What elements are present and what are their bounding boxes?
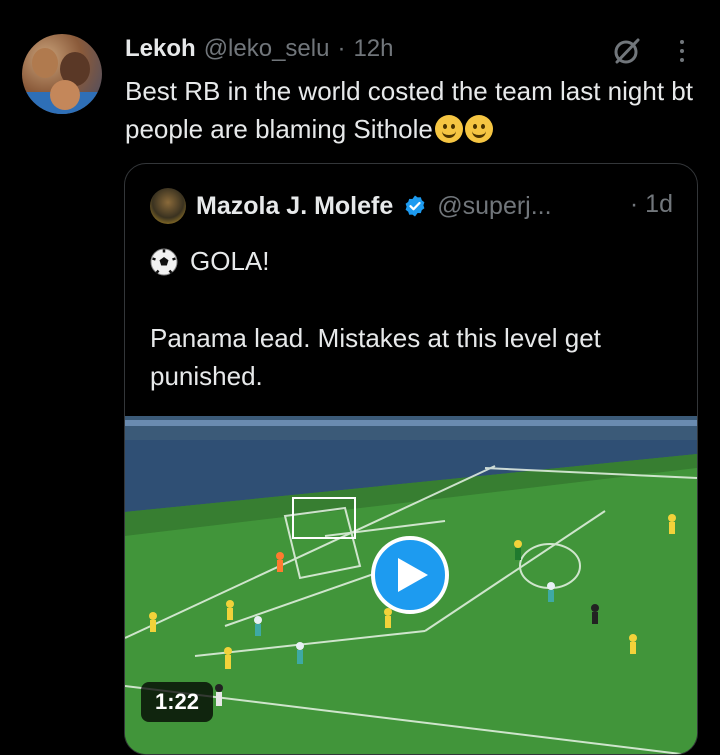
soccer-ball-icon: [150, 248, 178, 275]
separator: ·: [337, 35, 346, 62]
tweet-text: Best RB in the world costed the team las…: [125, 72, 705, 148]
quote-author-handle: @superj...: [437, 191, 552, 220]
grok-icon[interactable]: [612, 36, 642, 66]
header-actions: [612, 36, 690, 66]
avatar-face: [50, 80, 80, 110]
quote-avatar: [150, 188, 186, 224]
play-button[interactable]: [371, 536, 449, 614]
video-duration: 1:22: [141, 682, 214, 722]
quote-line-2: Panama lead. Mistakes at this level get …: [150, 323, 601, 391]
author-handle[interactable]: @leko_selu: [204, 35, 330, 63]
quote-line-1: GOLA!: [150, 246, 269, 277]
tweet-time[interactable]: 12h: [353, 35, 393, 63]
quote-time: · 1d: [629, 190, 673, 218]
author-avatar[interactable]: [22, 34, 102, 114]
tweet-header: Lekoh @leko_selu · 12h: [125, 33, 394, 65]
quote-author-name: Mazola J. Molefe: [196, 191, 394, 220]
quote-header: Mazola J. Molefe @superj...: [150, 188, 552, 224]
more-icon[interactable]: [674, 36, 690, 66]
play-icon: [398, 558, 428, 592]
video-media[interactable]: 1:22: [125, 416, 697, 754]
tweet-body: Best RB in the world costed the team las…: [125, 76, 693, 144]
avatar-face: [32, 48, 58, 78]
grinning-face-emoji: [464, 115, 493, 143]
author-name[interactable]: Lekoh: [125, 35, 196, 63]
verified-badge-icon: [403, 194, 427, 218]
thinking-face-emoji: [434, 115, 463, 143]
quoted-tweet[interactable]: Mazola J. Molefe @superj... · 1d GOLA! P…: [124, 163, 698, 755]
quote-line-1-text: GOLA!: [190, 246, 270, 276]
